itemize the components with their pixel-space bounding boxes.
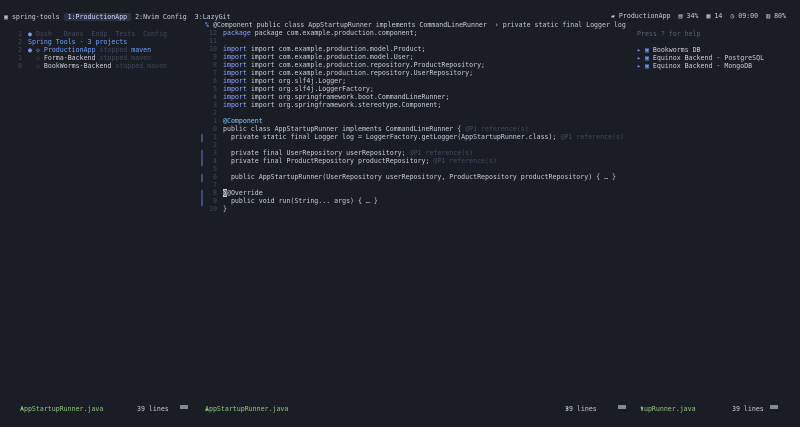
- code-line[interactable]: 10}: [205, 205, 635, 213]
- gutter-marker: [201, 134, 203, 142]
- breadcrumb: % @Component public class AppStartupRunn…: [205, 21, 626, 29]
- code-line[interactable]: 4 import import org.springframework.boot.…: [205, 93, 635, 101]
- mode-indicator: [180, 405, 188, 409]
- project-row[interactable]: 8 ◇ BookWorms-Backend stopped maven: [10, 62, 210, 70]
- right-pane: Press ? for help ▸ ▣ Bookworms DB ▸ ▣ Eq…: [637, 30, 797, 70]
- left-lines: 39 lines: [137, 405, 169, 413]
- mode-indicator: [618, 405, 626, 409]
- status-right: ▰ ProductionApp ▤ 34% ▦ 14 ◷ 09:00 ▥ 80%: [611, 12, 786, 20]
- editor-pane[interactable]: % @Component public class AppStartupRunn…: [205, 21, 635, 213]
- code-line[interactable]: 1 @Component: [205, 117, 635, 125]
- code-line[interactable]: 5: [205, 165, 635, 173]
- mode-indicator: [770, 405, 778, 409]
- code-line[interactable]: 9 import import com.example.production.mo…: [205, 53, 635, 61]
- project-row[interactable]: 1 ◇ Forma-Backend stopped maven: [10, 54, 210, 62]
- code-line[interactable]: 3 import import org.springframework.stere…: [205, 101, 635, 109]
- tab-productionapp[interactable]: 1:ProductionApp: [63, 13, 132, 21]
- db-item[interactable]: ▸ ▣ Equinox Backend - MongoDB: [637, 62, 797, 70]
- code-line[interactable]: 7: [205, 181, 635, 189]
- battery-status: ▤ 34%: [678, 12, 699, 20]
- code-line[interactable]: 10 import import com.example.production.m…: [205, 45, 635, 53]
- date-status: ▦ 14: [706, 12, 723, 20]
- window-icon: ▣: [4, 13, 12, 21]
- code-line[interactable]: 11: [205, 37, 635, 45]
- db-item[interactable]: ▸ ▣ Bookworms DB: [637, 46, 797, 54]
- left-title: 2 Spring Tools - 3 projects: [18, 38, 128, 46]
- code-line[interactable]: 8 @@Override: [205, 189, 635, 197]
- code-line[interactable]: 3 private final UserRepository userRepos…: [205, 149, 635, 157]
- code-line[interactable]: 6 import import org.slf4j.Logger;: [205, 77, 635, 85]
- code-line[interactable]: 5 import import org.slf4j.LoggerFactory;: [205, 85, 635, 93]
- level-status: ▥ 80%: [766, 12, 786, 20]
- code-line[interactable]: 8 import import com.example.production.re…: [205, 61, 635, 69]
- project-row[interactable]: 2 ● ◇ ProductionApp stopped maven: [10, 46, 210, 54]
- bottom-status: ‹ AppStartupRunner.java • 39 lines ▴ AppSt…: [0, 405, 800, 415]
- code-line[interactable]: 2: [205, 141, 635, 149]
- gutter-marker: [201, 150, 203, 166]
- left-menu: 1 ● Dash Beans Endp Tests Config: [18, 30, 167, 38]
- tab-nvim-config[interactable]: 2:Nvim Config: [131, 13, 191, 21]
- gutter-marker: [201, 174, 203, 182]
- code-line[interactable]: 0 public class AppStartupRunner implement…: [205, 125, 635, 133]
- project-status: ▰ ProductionApp: [610, 12, 671, 20]
- code-line[interactable]: 6 public AppStartupRunner(UserRepository…: [205, 173, 635, 181]
- session-name: ▣ spring-tools: [4, 13, 60, 21]
- tab-lazygit[interactable]: 3:LazyGit: [191, 13, 235, 21]
- code-line[interactable]: 9 public void run(String... args) { … }: [205, 197, 635, 205]
- code-line[interactable]: 7 import import com.example.production.re…: [205, 69, 635, 77]
- code-line[interactable]: 1 private static final Logger log = Logg…: [205, 133, 635, 141]
- right-lines: 39 lines: [732, 405, 764, 413]
- level-icon: ▥: [766, 12, 775, 20]
- folder-icon: ▰: [610, 12, 619, 20]
- time-status: ◷ 09:00: [730, 12, 759, 20]
- code-line[interactable]: 2: [205, 109, 635, 117]
- gutter-marker: [201, 190, 203, 206]
- code-line[interactable]: 4 private final ProductRepository produc…: [205, 157, 635, 165]
- code-line[interactable]: 12 package package com.example.production…: [205, 29, 635, 37]
- help-hint: Press ? for help: [637, 30, 701, 38]
- left-pane: 1 ● Dash Beans Endp Tests Config 2 Spring …: [10, 30, 210, 70]
- db-item[interactable]: ▸ ▣ Equinox Backend - PostgreSQL: [637, 54, 797, 62]
